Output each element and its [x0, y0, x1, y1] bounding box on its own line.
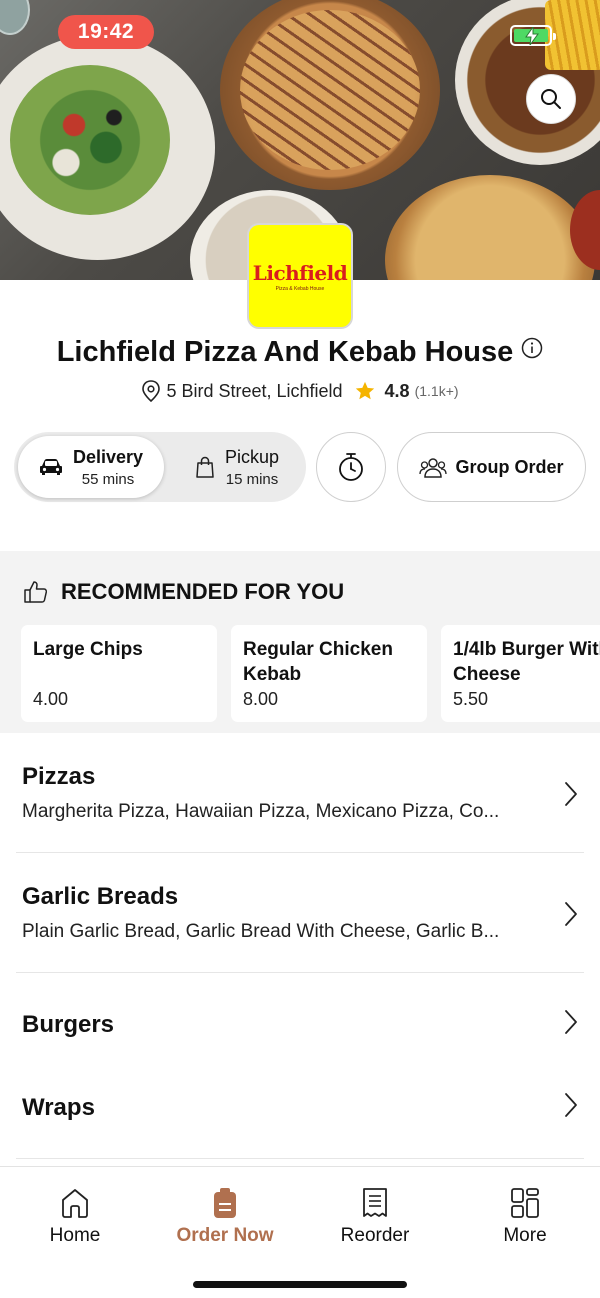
restaurant-address: 5 Bird Street, Lichfield: [166, 380, 343, 401]
chevron-right-icon: [565, 902, 577, 926]
recommended-list: Large Chips 4.00 Regular Chicken Kebab 8…: [21, 625, 600, 722]
group-icon: [419, 458, 448, 478]
category-name: Burgers: [22, 1011, 115, 1038]
logo-subtext: Pizza & Kebab House: [275, 285, 325, 292]
search-button[interactable]: [526, 74, 576, 124]
pizza-image: [385, 175, 595, 280]
schedule-button[interactable]: [316, 432, 386, 502]
delivery-label: Delivery: [72, 446, 144, 467]
shopping-bag-icon: [196, 456, 214, 478]
recommended-item-price: 5.50: [453, 689, 489, 709]
pickup-option[interactable]: Pickup 15 mins: [164, 436, 310, 498]
category-description: Plain Garlic Bread, Garlic Bread With Ch…: [22, 921, 500, 942]
home-icon: [62, 1189, 88, 1218]
star-icon: [355, 381, 374, 400]
chevron-right-icon: [565, 1010, 577, 1034]
recommended-card[interactable]: Regular Chicken Kebab 8.00: [231, 625, 427, 722]
tab-order-now-label: Order Now: [176, 1225, 274, 1246]
home-indicator[interactable]: [193, 1281, 407, 1288]
timer-icon: [339, 453, 363, 481]
tab-home[interactable]: Home: [15, 1187, 135, 1247]
bottom-tab-bar: Home Order Now Reorder More: [0, 1166, 600, 1298]
thumbs-up-icon: [24, 581, 48, 603]
pizza-image: [220, 0, 440, 190]
category-row-pizzas[interactable]: Pizzas Margherita Pizza, Hawaiian Pizza,…: [16, 733, 584, 853]
recommended-item-price: 4.00: [33, 689, 69, 709]
tab-more[interactable]: More: [465, 1187, 585, 1247]
receipt-icon: [363, 1188, 387, 1217]
category-name: Garlic Breads: [22, 883, 179, 910]
delivery-time: 55 mins: [81, 470, 135, 488]
address-row: 5 Bird Street, Lichfield 4.8 (1.1k+): [0, 380, 600, 402]
category-description: Margherita Pizza, Hawaiian Pizza, Mexica…: [22, 801, 500, 822]
recommended-card[interactable]: Large Chips 4.00: [21, 625, 217, 722]
order-clipboard-icon: [214, 1188, 236, 1218]
recommended-item-name: 1/4lb Burger With Cheese: [453, 639, 600, 685]
rating-value: 4.8: [384, 380, 410, 401]
rating-count: (1.1k+): [414, 383, 459, 399]
status-time: 19:42: [58, 15, 154, 49]
delivery-option[interactable]: Delivery 55 mins: [18, 436, 164, 498]
order-mode-toggle: Delivery 55 mins Pickup 15 mins: [14, 432, 306, 502]
recommended-item-price: 8.00: [243, 689, 279, 709]
logo-text: Lichfield: [252, 260, 348, 285]
car-icon: [39, 459, 62, 475]
grid-icon: [511, 1188, 539, 1218]
search-icon: [541, 89, 561, 109]
pickup-label: Pickup: [224, 446, 280, 467]
category-row-wraps[interactable]: Wraps: [16, 1066, 584, 1159]
restaurant-title: Lichfield Pizza And Kebab House: [0, 336, 600, 370]
chevron-right-icon: [565, 1093, 577, 1117]
recommended-section: RECOMMENDED FOR YOU Large Chips 4.00 Reg…: [0, 551, 600, 733]
recommended-title: RECOMMENDED FOR YOU: [61, 579, 345, 604]
group-order-label: Group Order: [455, 456, 564, 477]
restaurant-logo: Lichfield Pizza & Kebab House: [247, 223, 353, 329]
recommended-card[interactable]: 1/4lb Burger With Cheese 5.50: [441, 625, 600, 722]
pickup-time: 15 mins: [225, 470, 279, 488]
tab-reorder[interactable]: Reorder: [315, 1187, 435, 1247]
tab-more-label: More: [503, 1225, 547, 1246]
category-row-garlic-breads[interactable]: Garlic Breads Plain Garlic Bread, Garlic…: [16, 853, 584, 973]
info-icon[interactable]: [521, 334, 543, 367]
glass-image: [0, 0, 30, 35]
tab-order-now[interactable]: Order Now: [165, 1187, 285, 1247]
tab-home-label: Home: [49, 1225, 101, 1246]
restaurant-name: Lichfield Pizza And Kebab House: [56, 336, 514, 368]
location-pin-icon: [142, 380, 161, 402]
category-name: Pizzas: [22, 763, 96, 790]
menu-category-list: Pizzas Margherita Pizza, Hawaiian Pizza,…: [0, 733, 600, 1159]
group-order-button[interactable]: Group Order: [397, 432, 586, 502]
battery-icon: [510, 25, 556, 46]
recommended-item-name: Large Chips: [33, 639, 143, 660]
tab-reorder-label: Reorder: [340, 1225, 410, 1246]
recommended-item-name: Regular Chicken Kebab: [243, 639, 393, 685]
category-row-burgers[interactable]: Burgers: [16, 973, 584, 1066]
category-name: Wraps: [22, 1094, 95, 1121]
recommended-header: RECOMMENDED FOR YOU: [23, 579, 344, 605]
chevron-right-icon: [565, 782, 577, 806]
salad-plate-image: [0, 35, 215, 260]
